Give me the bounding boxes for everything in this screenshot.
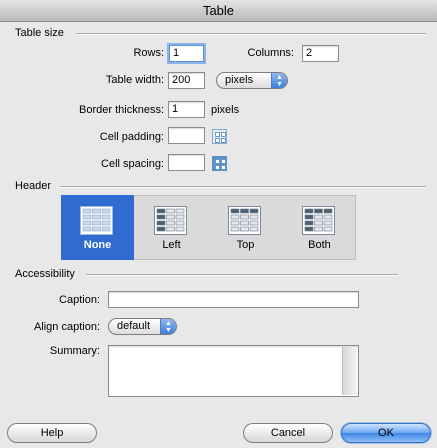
header-option-label: Left bbox=[162, 239, 181, 251]
table-both-header-icon bbox=[302, 206, 335, 235]
help-button[interactable]: Help bbox=[7, 423, 97, 443]
popup-arrows-icon: ▲ ▼ bbox=[271, 73, 287, 88]
table-left-header-icon bbox=[154, 206, 187, 235]
cell-padding-label: Cell padding: bbox=[99, 131, 164, 143]
caption-input[interactable] bbox=[108, 291, 359, 308]
section-divider bbox=[76, 33, 426, 35]
cell-padding-icon bbox=[212, 129, 227, 144]
header-option-label: None bbox=[83, 239, 112, 251]
window-title: Table bbox=[0, 0, 437, 22]
cell-spacing-input[interactable] bbox=[168, 154, 205, 171]
rows-input[interactable] bbox=[169, 45, 204, 62]
cell-spacing-icon bbox=[212, 156, 227, 171]
popup-arrows-icon: ▲ ▼ bbox=[160, 319, 176, 334]
border-unit-label: pixels bbox=[211, 104, 240, 116]
width-unit-value: pixels bbox=[225, 74, 254, 86]
summary-textarea[interactable] bbox=[108, 345, 359, 397]
table-width-input[interactable] bbox=[168, 72, 205, 89]
cell-padding-input[interactable] bbox=[168, 127, 205, 144]
header-option-left[interactable]: Left bbox=[135, 195, 208, 260]
header-option-none[interactable]: None bbox=[61, 195, 134, 260]
align-caption-label: Align caption: bbox=[33, 321, 100, 333]
table-none-icon bbox=[80, 206, 113, 235]
header-option-label: Both bbox=[308, 239, 331, 251]
table-dialog: Table Table size Rows: Columns: Table wi… bbox=[0, 0, 437, 448]
header-option-top[interactable]: Top bbox=[209, 195, 282, 260]
summary-label: Summary: bbox=[49, 345, 100, 357]
table-width-label: Table width: bbox=[105, 74, 164, 86]
cancel-button[interactable]: Cancel bbox=[243, 423, 333, 443]
caption-label: Caption: bbox=[59, 294, 100, 306]
rows-label: Rows: bbox=[133, 47, 164, 59]
summary-scrollbar[interactable] bbox=[342, 347, 357, 395]
border-thickness-label: Border thickness: bbox=[79, 104, 164, 116]
columns-input[interactable] bbox=[302, 45, 339, 62]
align-caption-value: default bbox=[117, 320, 151, 332]
ok-button[interactable]: OK bbox=[341, 423, 431, 443]
header-option-both[interactable]: Both bbox=[283, 195, 356, 260]
table-top-header-icon bbox=[228, 206, 261, 235]
section-accessibility: Accessibility bbox=[15, 268, 75, 280]
columns-label: Columns: bbox=[247, 47, 294, 59]
section-table-size: Table size bbox=[15, 27, 64, 39]
width-unit-select[interactable]: pixels ▲ ▼ bbox=[216, 72, 288, 89]
section-header: Header bbox=[15, 180, 52, 192]
header-option-label: Top bbox=[236, 239, 255, 251]
cell-spacing-label: Cell spacing: bbox=[101, 158, 164, 170]
border-thickness-input[interactable] bbox=[168, 101, 205, 118]
align-caption-select[interactable]: default ▲ ▼ bbox=[108, 318, 177, 335]
section-divider bbox=[60, 186, 426, 188]
section-divider bbox=[86, 274, 398, 276]
